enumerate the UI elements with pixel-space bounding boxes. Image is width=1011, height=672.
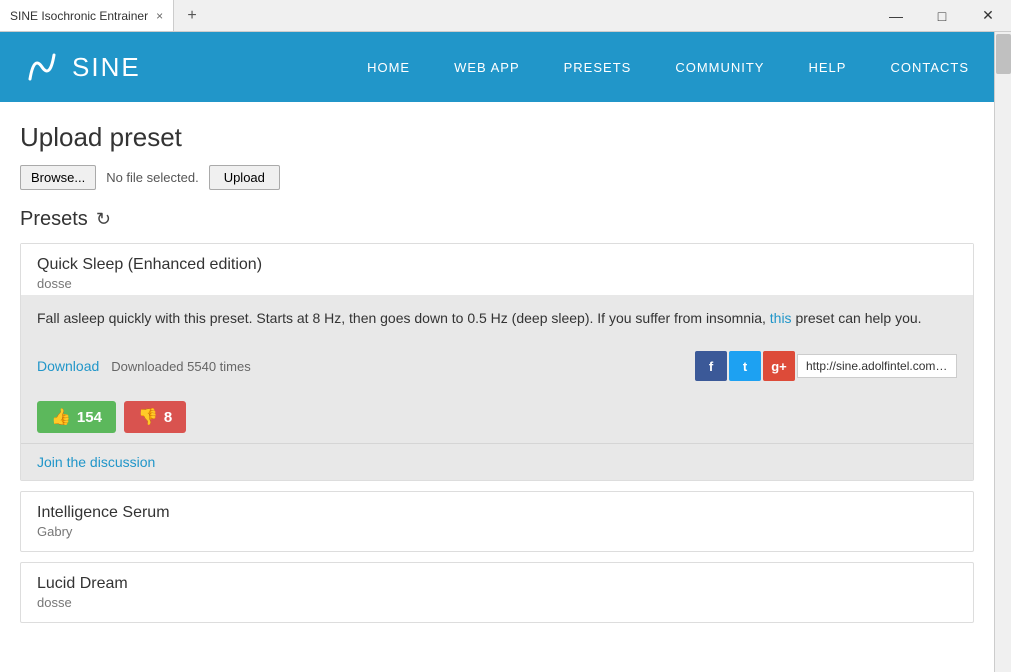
dislike-button[interactable]: 👎 8 xyxy=(124,401,186,433)
preset-title: Intelligence Serum xyxy=(37,504,957,522)
nav-community[interactable]: COMMUNITY xyxy=(653,32,786,102)
thumbs-up-icon: 👍 xyxy=(51,407,71,427)
window-controls: — □ ✕ xyxy=(873,0,1011,31)
nav-help[interactable]: HELP xyxy=(786,32,868,102)
preset-header: Quick Sleep (Enhanced edition) dosse xyxy=(21,244,973,295)
nav-contacts[interactable]: CONTACTS xyxy=(868,32,991,102)
preset-author: Gabry xyxy=(37,524,957,539)
nav-home[interactable]: HOME xyxy=(345,32,432,102)
brand-name: SINE xyxy=(72,52,141,83)
new-tab-button[interactable]: + xyxy=(178,2,206,30)
main-content: Upload preset Browse... No file selected… xyxy=(0,102,994,672)
upload-button[interactable]: Upload xyxy=(209,165,280,190)
nav-links: HOME WEB APP PRESETS COMMUNITY HELP CONT… xyxy=(345,32,991,102)
nav-webapp[interactable]: WEB APP xyxy=(432,32,542,102)
navbar: SINE HOME WEB APP PRESETS COMMUNITY HELP… xyxy=(0,32,1011,102)
scrollbar-thumb[interactable] xyxy=(996,34,1011,74)
share-url[interactable]: http://sine.adolfintel.com/gc xyxy=(797,354,957,378)
twitter-share-button[interactable]: t xyxy=(729,351,761,381)
browse-button[interactable]: Browse... xyxy=(20,165,96,190)
thumbs-down-icon: 👎 xyxy=(138,407,158,427)
vote-section: 👍 154 👎 8 xyxy=(21,391,973,443)
preset-author: dosse xyxy=(37,276,957,291)
join-discussion-link[interactable]: Join the discussion xyxy=(37,454,155,470)
close-window-button[interactable]: ✕ xyxy=(965,0,1011,32)
brand-logo-icon xyxy=(20,45,64,89)
description-link[interactable]: this xyxy=(770,310,792,326)
close-tab-button[interactable]: × xyxy=(156,10,163,22)
like-button[interactable]: 👍 154 xyxy=(37,401,116,433)
social-buttons: f t g+ http://sine.adolfintel.com/gc xyxy=(695,351,957,381)
presets-heading: Presets xyxy=(20,208,88,231)
dislike-count: 8 xyxy=(164,409,172,426)
like-count: 154 xyxy=(77,409,102,426)
download-link[interactable]: Download xyxy=(37,358,99,374)
nav-presets[interactable]: PRESETS xyxy=(542,32,654,102)
preset-card-lucid-dream: Lucid Dream dosse xyxy=(20,562,974,623)
refresh-icon[interactable]: ↻ xyxy=(96,209,111,230)
preset-title: Quick Sleep (Enhanced edition) xyxy=(37,256,957,274)
page-title: Upload preset xyxy=(20,122,974,153)
browser-tab: SINE Isochronic Entrainer × xyxy=(0,0,174,31)
brand: SINE xyxy=(20,45,141,89)
preset-card-intelligence-serum: Intelligence Serum Gabry xyxy=(20,491,974,552)
maximize-button[interactable]: □ xyxy=(919,0,965,32)
facebook-share-button[interactable]: f xyxy=(695,351,727,381)
tab-label: SINE Isochronic Entrainer xyxy=(10,9,148,23)
preset-description: Fall asleep quickly with this preset. St… xyxy=(21,295,973,341)
preset-title: Lucid Dream xyxy=(37,575,957,593)
upload-section: Browse... No file selected. Upload xyxy=(20,165,974,190)
no-file-label: No file selected. xyxy=(106,170,199,185)
preset-card-quick-sleep: Quick Sleep (Enhanced edition) dosse Fal… xyxy=(20,243,974,481)
preset-author: dosse xyxy=(37,595,957,610)
downloaded-count: Downloaded 5540 times xyxy=(111,359,250,374)
google-share-button[interactable]: g+ xyxy=(763,351,795,381)
join-discussion-section: Join the discussion xyxy=(21,443,973,480)
minimize-button[interactable]: — xyxy=(873,0,919,32)
titlebar: SINE Isochronic Entrainer × + — □ ✕ xyxy=(0,0,1011,32)
preset-actions: Download Downloaded 5540 times f t g+ ht… xyxy=(21,341,973,391)
scrollbar[interactable] xyxy=(994,32,1011,672)
presets-header: Presets ↻ xyxy=(20,208,974,231)
